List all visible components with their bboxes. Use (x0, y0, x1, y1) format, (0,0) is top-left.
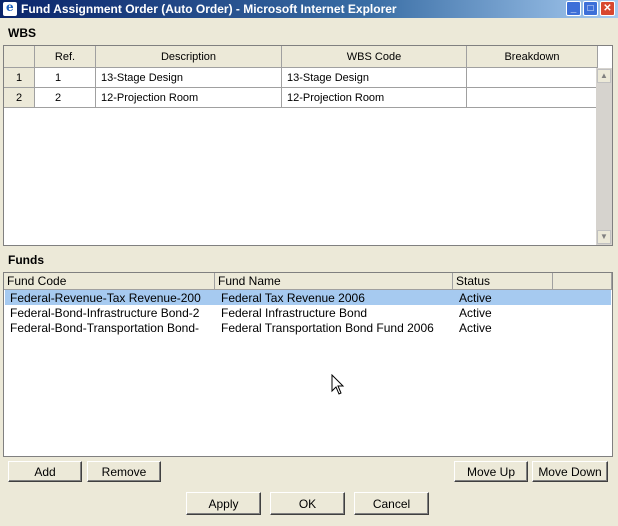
wbs-section-label: WBS (8, 26, 36, 40)
fund-name-cell: Federal Infrastructure Bond (221, 305, 368, 320)
scroll-down-icon[interactable]: ▼ (597, 230, 611, 244)
wbs-row[interactable]: 2 2 12-Projection Room 12-Projection Roo… (4, 88, 598, 108)
remove-button[interactable]: Remove (87, 461, 161, 482)
fund-status-cell: Active (459, 290, 492, 305)
close-button[interactable]: ✕ (600, 1, 615, 16)
wbs-grid: Ref. Description WBS Code Breakdown 1 1 … (3, 45, 613, 246)
fund-name-cell: Federal Tax Revenue 2006 (221, 290, 365, 305)
fund-status-cell: Active (459, 305, 492, 320)
fund-row[interactable]: Federal-Bond-Transportation Bond- Federa… (5, 320, 611, 335)
wbs-row-number: 1 (4, 68, 35, 88)
fund-code-cell: Federal-Bond-Transportation Bond- (10, 320, 199, 335)
mouse-pointer-icon (331, 374, 345, 395)
move-down-button[interactable]: Move Down (532, 461, 608, 482)
funds-header-filler (553, 273, 612, 290)
window-controls: _ □ ✕ (566, 1, 615, 16)
internet-explorer-icon (3, 0, 17, 16)
wbs-header-wbs-code[interactable]: WBS Code (282, 46, 467, 68)
move-up-button[interactable]: Move Up (454, 461, 528, 482)
funds-header-status[interactable]: Status (453, 273, 553, 290)
ok-button[interactable]: OK (270, 492, 345, 515)
fund-name-cell: Federal Transportation Bond Fund 2006 (221, 320, 434, 335)
title-bar: Fund Assignment Order (Auto Order) - Mic… (0, 0, 618, 18)
wbs-vertical-scrollbar[interactable]: ▲ ▼ (596, 68, 612, 245)
wbs-description-cell[interactable]: 13-Stage Design (96, 68, 282, 88)
wbs-header-breakdown[interactable]: Breakdown (467, 46, 598, 68)
wbs-description-cell[interactable]: 12-Projection Room (96, 88, 282, 108)
funds-header-code[interactable]: Fund Code (4, 273, 215, 290)
wbs-breakdown-cell[interactable] (467, 88, 598, 108)
wbs-breakdown-cell[interactable] (467, 68, 598, 88)
wbs-ref-cell[interactable]: 2 (35, 88, 96, 108)
funds-header-row: Fund Code Fund Name Status (4, 273, 612, 290)
wbs-row-number: 2 (4, 88, 35, 108)
fund-status-cell: Active (459, 320, 492, 335)
wbs-ref-cell[interactable]: 1 (35, 68, 96, 88)
fund-code-cell: Federal-Bond-Infrastructure Bond-2 (10, 305, 200, 320)
cancel-button[interactable]: Cancel (354, 492, 429, 515)
wbs-code-cell[interactable]: 13-Stage Design (282, 68, 467, 88)
window-title: Fund Assignment Order (Auto Order) - Mic… (21, 2, 397, 16)
wbs-header-ref[interactable]: Ref. (35, 46, 96, 68)
wbs-header-row: Ref. Description WBS Code Breakdown (4, 46, 598, 68)
wbs-code-cell[interactable]: 12-Projection Room (282, 88, 467, 108)
wbs-header-rownum (4, 46, 35, 68)
funds-list: Fund Code Fund Name Status Federal-Reven… (3, 272, 613, 457)
add-button[interactable]: Add (8, 461, 82, 482)
fund-row-selected[interactable]: Federal-Revenue-Tax Revenue-200 Federal … (5, 290, 611, 305)
apply-button[interactable]: Apply (186, 492, 261, 515)
funds-section-label: Funds (8, 253, 44, 267)
wbs-row[interactable]: 1 1 13-Stage Design 13-Stage Design (4, 68, 598, 88)
funds-header-name[interactable]: Fund Name (215, 273, 453, 290)
minimize-button[interactable]: _ (566, 1, 581, 16)
fund-row[interactable]: Federal-Bond-Infrastructure Bond-2 Feder… (5, 305, 611, 320)
wbs-header-description[interactable]: Description (96, 46, 282, 68)
fund-code-cell: Federal-Revenue-Tax Revenue-200 (10, 290, 201, 305)
maximize-button[interactable]: □ (583, 1, 598, 16)
scroll-up-icon[interactable]: ▲ (597, 69, 611, 83)
